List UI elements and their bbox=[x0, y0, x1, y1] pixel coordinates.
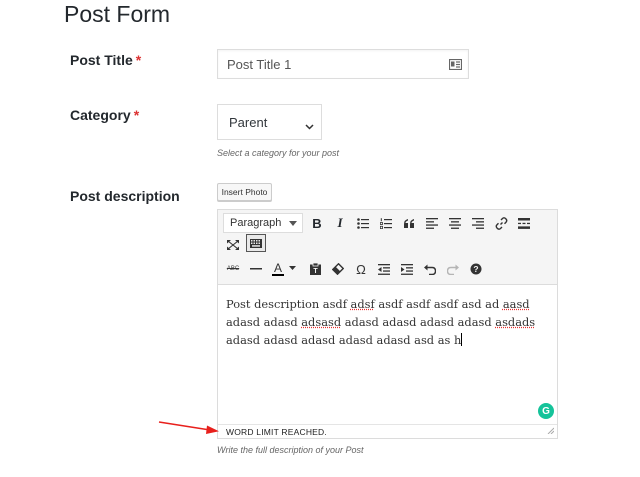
required-mark: * bbox=[135, 52, 142, 68]
fullscreen-icon[interactable] bbox=[223, 235, 243, 255]
align-right-icon[interactable] bbox=[468, 213, 488, 233]
misspelled-word: adsf bbox=[350, 297, 375, 311]
svg-text:T: T bbox=[313, 268, 318, 275]
link-icon[interactable] bbox=[491, 213, 511, 233]
redo-icon bbox=[443, 259, 463, 279]
read-more-icon[interactable] bbox=[514, 213, 534, 233]
post-description-label: Post description bbox=[70, 188, 180, 204]
text-color-bar bbox=[272, 273, 284, 276]
post-title-input[interactable]: Post Title 1 bbox=[217, 49, 469, 79]
description-help-text: Write the full description of your Post bbox=[217, 445, 364, 455]
resize-handle-icon[interactable] bbox=[547, 426, 555, 436]
content-text: adasd adasd adasd adasd adasd asd as h bbox=[226, 333, 462, 347]
format-select[interactable]: Paragraph bbox=[223, 213, 303, 233]
svg-text:?: ? bbox=[473, 264, 478, 274]
category-selected-value: Parent bbox=[229, 114, 268, 130]
format-select-value: Paragraph bbox=[230, 217, 282, 229]
category-help-text: Select a category for your post bbox=[217, 148, 340, 158]
content-text: Post description asdf bbox=[226, 297, 351, 311]
caret-down-icon bbox=[289, 221, 297, 226]
word-limit-status: WORD LIMIT REACHED. bbox=[218, 424, 557, 438]
insert-photo-button[interactable]: Insert Photo bbox=[217, 183, 272, 201]
bold-icon[interactable]: B bbox=[307, 213, 327, 233]
indent-icon[interactable] bbox=[397, 259, 417, 279]
special-character-icon[interactable]: Ω bbox=[351, 259, 371, 279]
required-mark: * bbox=[133, 107, 140, 123]
card-icon bbox=[448, 58, 463, 73]
category-label: Category * bbox=[70, 107, 139, 123]
toolbar-toggle-icon[interactable] bbox=[246, 234, 266, 252]
post-title-label: Post Title * bbox=[70, 52, 141, 68]
undo-icon[interactable] bbox=[420, 259, 440, 279]
category-select[interactable]: Parent bbox=[217, 104, 322, 140]
misspelled-word: adsasd bbox=[301, 315, 342, 329]
italic-icon[interactable]: I bbox=[330, 213, 350, 233]
red-arrow-annotation bbox=[158, 421, 219, 434]
chevron-down-icon bbox=[305, 118, 314, 133]
text-color-caret-icon[interactable] bbox=[287, 262, 297, 274]
align-center-icon[interactable] bbox=[445, 213, 465, 233]
page-title: Post Form bbox=[64, 1, 171, 27]
paste-text-icon[interactable]: T bbox=[305, 259, 325, 279]
text-caret bbox=[461, 333, 463, 346]
text-color-icon[interactable]: A bbox=[269, 259, 287, 279]
misspelled-word: aasd bbox=[502, 297, 530, 311]
editor-content[interactable]: Post description asdf adsf asdf asdf asd… bbox=[226, 295, 551, 349]
horizontal-line-icon[interactable] bbox=[246, 259, 266, 279]
blockquote-icon[interactable] bbox=[399, 213, 419, 233]
editor-toolbar: Paragraph B I ABC A T Ω ? bbox=[218, 210, 557, 285]
align-left-icon[interactable] bbox=[422, 213, 442, 233]
grammarly-icon[interactable]: G bbox=[538, 403, 554, 419]
numbered-list-icon[interactable] bbox=[376, 213, 396, 233]
misspelled-word: asdads bbox=[495, 315, 536, 329]
content-text: asdf asdf asdf asd ad bbox=[374, 297, 503, 311]
post-title-label-text: Post Title bbox=[70, 52, 133, 68]
clear-formatting-icon[interactable] bbox=[328, 259, 348, 279]
content-text: adasd adasd adasd adasd bbox=[341, 315, 496, 329]
content-text: adasd adasd bbox=[226, 315, 302, 329]
post-title-value: Post Title 1 bbox=[227, 56, 292, 72]
category-label-text: Category bbox=[70, 107, 131, 123]
help-icon[interactable]: ? bbox=[466, 259, 486, 279]
description-editor: Paragraph B I ABC A T Ω ? Post descripti… bbox=[217, 209, 558, 439]
word-limit-status-text: WORD LIMIT REACHED. bbox=[226, 426, 327, 437]
outdent-icon[interactable] bbox=[374, 259, 394, 279]
text-color-glyph: A bbox=[273, 260, 282, 275]
bullet-list-icon[interactable] bbox=[353, 213, 373, 233]
strikethrough-icon[interactable]: ABC bbox=[223, 259, 243, 279]
